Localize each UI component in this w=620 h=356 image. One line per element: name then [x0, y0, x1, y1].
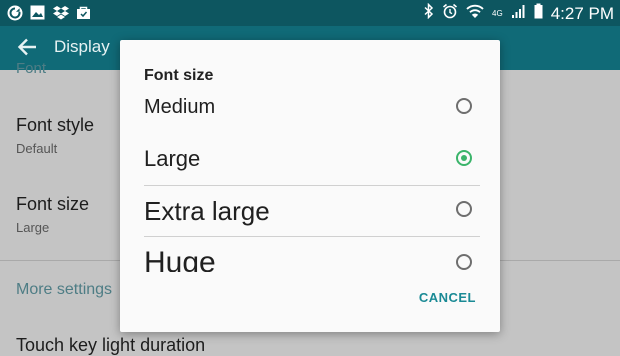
option-large[interactable]: Large	[120, 136, 500, 184]
option-medium[interactable]: Medium	[120, 88, 500, 136]
option-label: Huge	[144, 246, 216, 272]
setting-title: Font style	[16, 115, 95, 135]
dropbox-icon	[52, 4, 69, 21]
option-label: Medium	[144, 96, 216, 118]
page-title: Display	[54, 37, 110, 56]
option-extra-large[interactable]: Extra large	[120, 186, 500, 236]
bluetooth-icon	[424, 2, 434, 24]
system-icons: 4G 4:27 PM	[424, 2, 614, 24]
notification-icons	[6, 4, 92, 21]
signal-icon	[511, 4, 526, 24]
setting-subtitle: Default	[16, 141, 58, 156]
radio-button-selected[interactable]	[456, 150, 472, 166]
option-huge[interactable]: Huge	[120, 237, 500, 272]
font-size-dialog: Font size Medium Large Extra large Huge …	[120, 40, 500, 332]
radio-button[interactable]	[456, 201, 472, 217]
setting-subtitle: Large	[16, 220, 50, 235]
wifi-icon	[466, 4, 484, 24]
cancel-button[interactable]: CANCEL	[419, 290, 476, 305]
setting-touch-key-light-duration[interactable]: Touch key light duration	[16, 335, 205, 356]
radio-button[interactable]	[456, 98, 472, 114]
sync-icon	[6, 4, 23, 21]
status-bar: 4G 4:27 PM	[0, 0, 620, 26]
section-header-font: Font	[16, 60, 47, 77]
radio-button[interactable]	[456, 254, 472, 270]
back-arrow-icon[interactable]	[16, 36, 38, 62]
clock: 4:27 PM	[550, 3, 614, 23]
gallery-icon	[29, 4, 46, 21]
setting-title: Font size	[16, 194, 90, 214]
battery-icon	[534, 3, 543, 24]
option-label: Extra large	[144, 196, 270, 226]
dialog-title: Font size	[144, 67, 214, 84]
lte-icon: 4G	[492, 8, 503, 18]
alarm-icon	[442, 3, 458, 24]
font-size-options: Medium Large Extra large Huge	[120, 88, 500, 272]
option-label: Large	[144, 146, 201, 171]
more-settings-link[interactable]: More settings	[16, 281, 112, 299]
bag-icon	[75, 4, 92, 21]
